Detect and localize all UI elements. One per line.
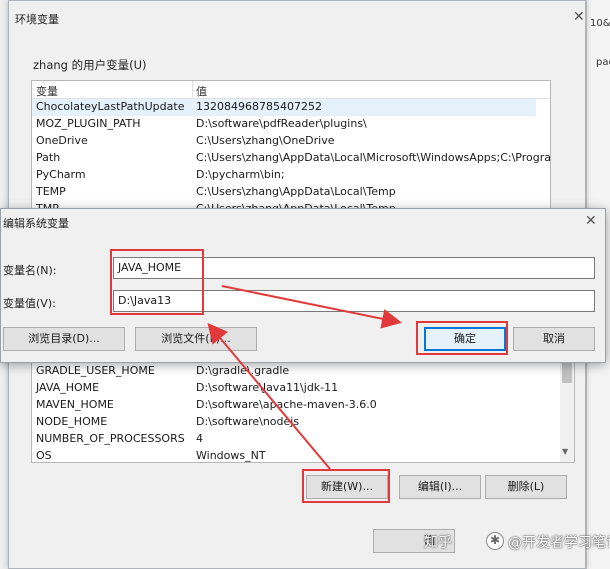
edit-variable-button[interactable]: 编辑(I)... [399, 475, 481, 499]
table-row[interactable]: MAVEN_HOME D:\software\apache-maven-3.6.… [32, 397, 560, 414]
list-header: 变量 值 [32, 81, 550, 99]
table-row[interactable]: OS Windows_NT [32, 448, 560, 462]
variable-name: Path [36, 151, 61, 164]
column-separator[interactable] [192, 81, 193, 99]
highlight-box [110, 249, 204, 315]
variable-name: TEMP [36, 185, 66, 198]
delete-variable-button[interactable]: 删除(L) [485, 475, 567, 499]
table-row[interactable]: MOZ_PLUGIN_PATH D:\software\pdfReader\pl… [32, 116, 536, 133]
variable-name: OS [36, 449, 52, 462]
table-row[interactable]: GRADLE_USER_HOME D:\gradle\.gradle [32, 363, 560, 380]
variable-name: ChocolateyLastPathUpdate [36, 100, 185, 113]
highlight-box [416, 321, 508, 355]
vertical-scrollbar[interactable]: ▼ [560, 351, 574, 462]
column-header-value[interactable]: 值 [196, 83, 207, 99]
variable-name: OneDrive [36, 134, 88, 147]
variable-value: C:\Users\zhang\OneDrive [196, 134, 335, 147]
variable-value: D:\software\nodejs [196, 415, 300, 428]
table-row[interactable]: Path C:\Users\zhang\AppData\Local\Micros… [32, 150, 550, 167]
highlight-box [302, 469, 390, 503]
user-variables-label: zhang 的用户变量(U) [33, 58, 147, 72]
window-title: 环境变量 [15, 13, 59, 26]
variable-name: NUMBER_OF_PROCESSORS [36, 432, 185, 445]
watermark-logo-icon [486, 532, 504, 550]
watermark-text: @开发者学习笔记 [508, 535, 610, 551]
variable-value: D:\pycharm\bin; [196, 168, 285, 181]
variable-name: MOZ_PLUGIN_PATH [36, 117, 141, 130]
user-variables-list[interactable]: 变量 值 ChocolateyLastPathUpdate 1320849687… [31, 80, 551, 210]
cancel-button[interactable]: 取消 [513, 327, 595, 351]
scroll-down-icon[interactable]: ▼ [562, 447, 568, 456]
table-row[interactable]: ChocolateyLastPathUpdate 132084968785407… [32, 99, 536, 116]
system-variables-list[interactable]: GRADLE_USER_HOME D:\gradle\.gradle JAVA_… [31, 351, 575, 463]
variable-value: C:\Users\zhang\AppData\Local\Temp [196, 185, 396, 198]
variable-value: D:\software\apache-maven-3.6.0 [196, 398, 377, 411]
table-row[interactable]: JAVA_HOME D:\software\Java11\jdk-11 [32, 380, 560, 397]
variable-value: 4 [196, 432, 203, 445]
background-text: pac [596, 57, 610, 68]
variable-value-label: 变量值(V): [3, 297, 56, 310]
variable-value: C:\Users\zhang\AppData\Local\Microsoft\W… [196, 151, 551, 164]
close-icon[interactable]: ✕ [573, 9, 585, 25]
table-row[interactable]: OneDrive C:\Users\zhang\OneDrive [32, 133, 536, 150]
variable-name: GRADLE_USER_HOME [36, 364, 155, 377]
variable-name: PyCharm [36, 168, 86, 181]
variable-value: D:\gradle\.gradle [196, 364, 290, 377]
variable-name: JAVA_HOME [36, 381, 100, 394]
edit-system-variable-dialog: 编辑系统变量 ✕ 变量名(N): JAVA_HOME 变量值(V): D:\Ja… [0, 208, 606, 363]
table-row[interactable]: NODE_HOME D:\software\nodejs [32, 414, 560, 431]
close-icon[interactable]: ✕ [585, 213, 597, 229]
variable-value: 132084968785407252 [196, 100, 322, 113]
watermark-text: 知乎 [424, 535, 452, 551]
background-text: 10&& [590, 18, 610, 29]
table-row[interactable]: NUMBER_OF_PROCESSORS 4 [32, 431, 560, 448]
variable-value: Windows_NT [196, 449, 266, 462]
dialog-title: 编辑系统变量 [3, 217, 69, 230]
variable-value: D:\software\pdfReader\plugins\ [196, 117, 367, 130]
table-row[interactable]: PyCharm D:\pycharm\bin; [32, 167, 536, 184]
browse-directory-button[interactable]: 浏览目录(D)... [3, 327, 125, 351]
browse-file-button[interactable]: 浏览文件(F)... [135, 327, 257, 351]
variable-name: NODE_HOME [36, 415, 108, 428]
variable-name-label: 变量名(N): [3, 264, 57, 277]
scrollbar-thumb[interactable] [562, 361, 572, 383]
variable-value: D:\software\Java11\jdk-11 [196, 381, 339, 394]
column-header-name[interactable]: 变量 [36, 83, 58, 99]
variable-name: MAVEN_HOME [36, 398, 114, 411]
table-row[interactable]: TEMP C:\Users\zhang\AppData\Local\Temp [32, 184, 536, 201]
